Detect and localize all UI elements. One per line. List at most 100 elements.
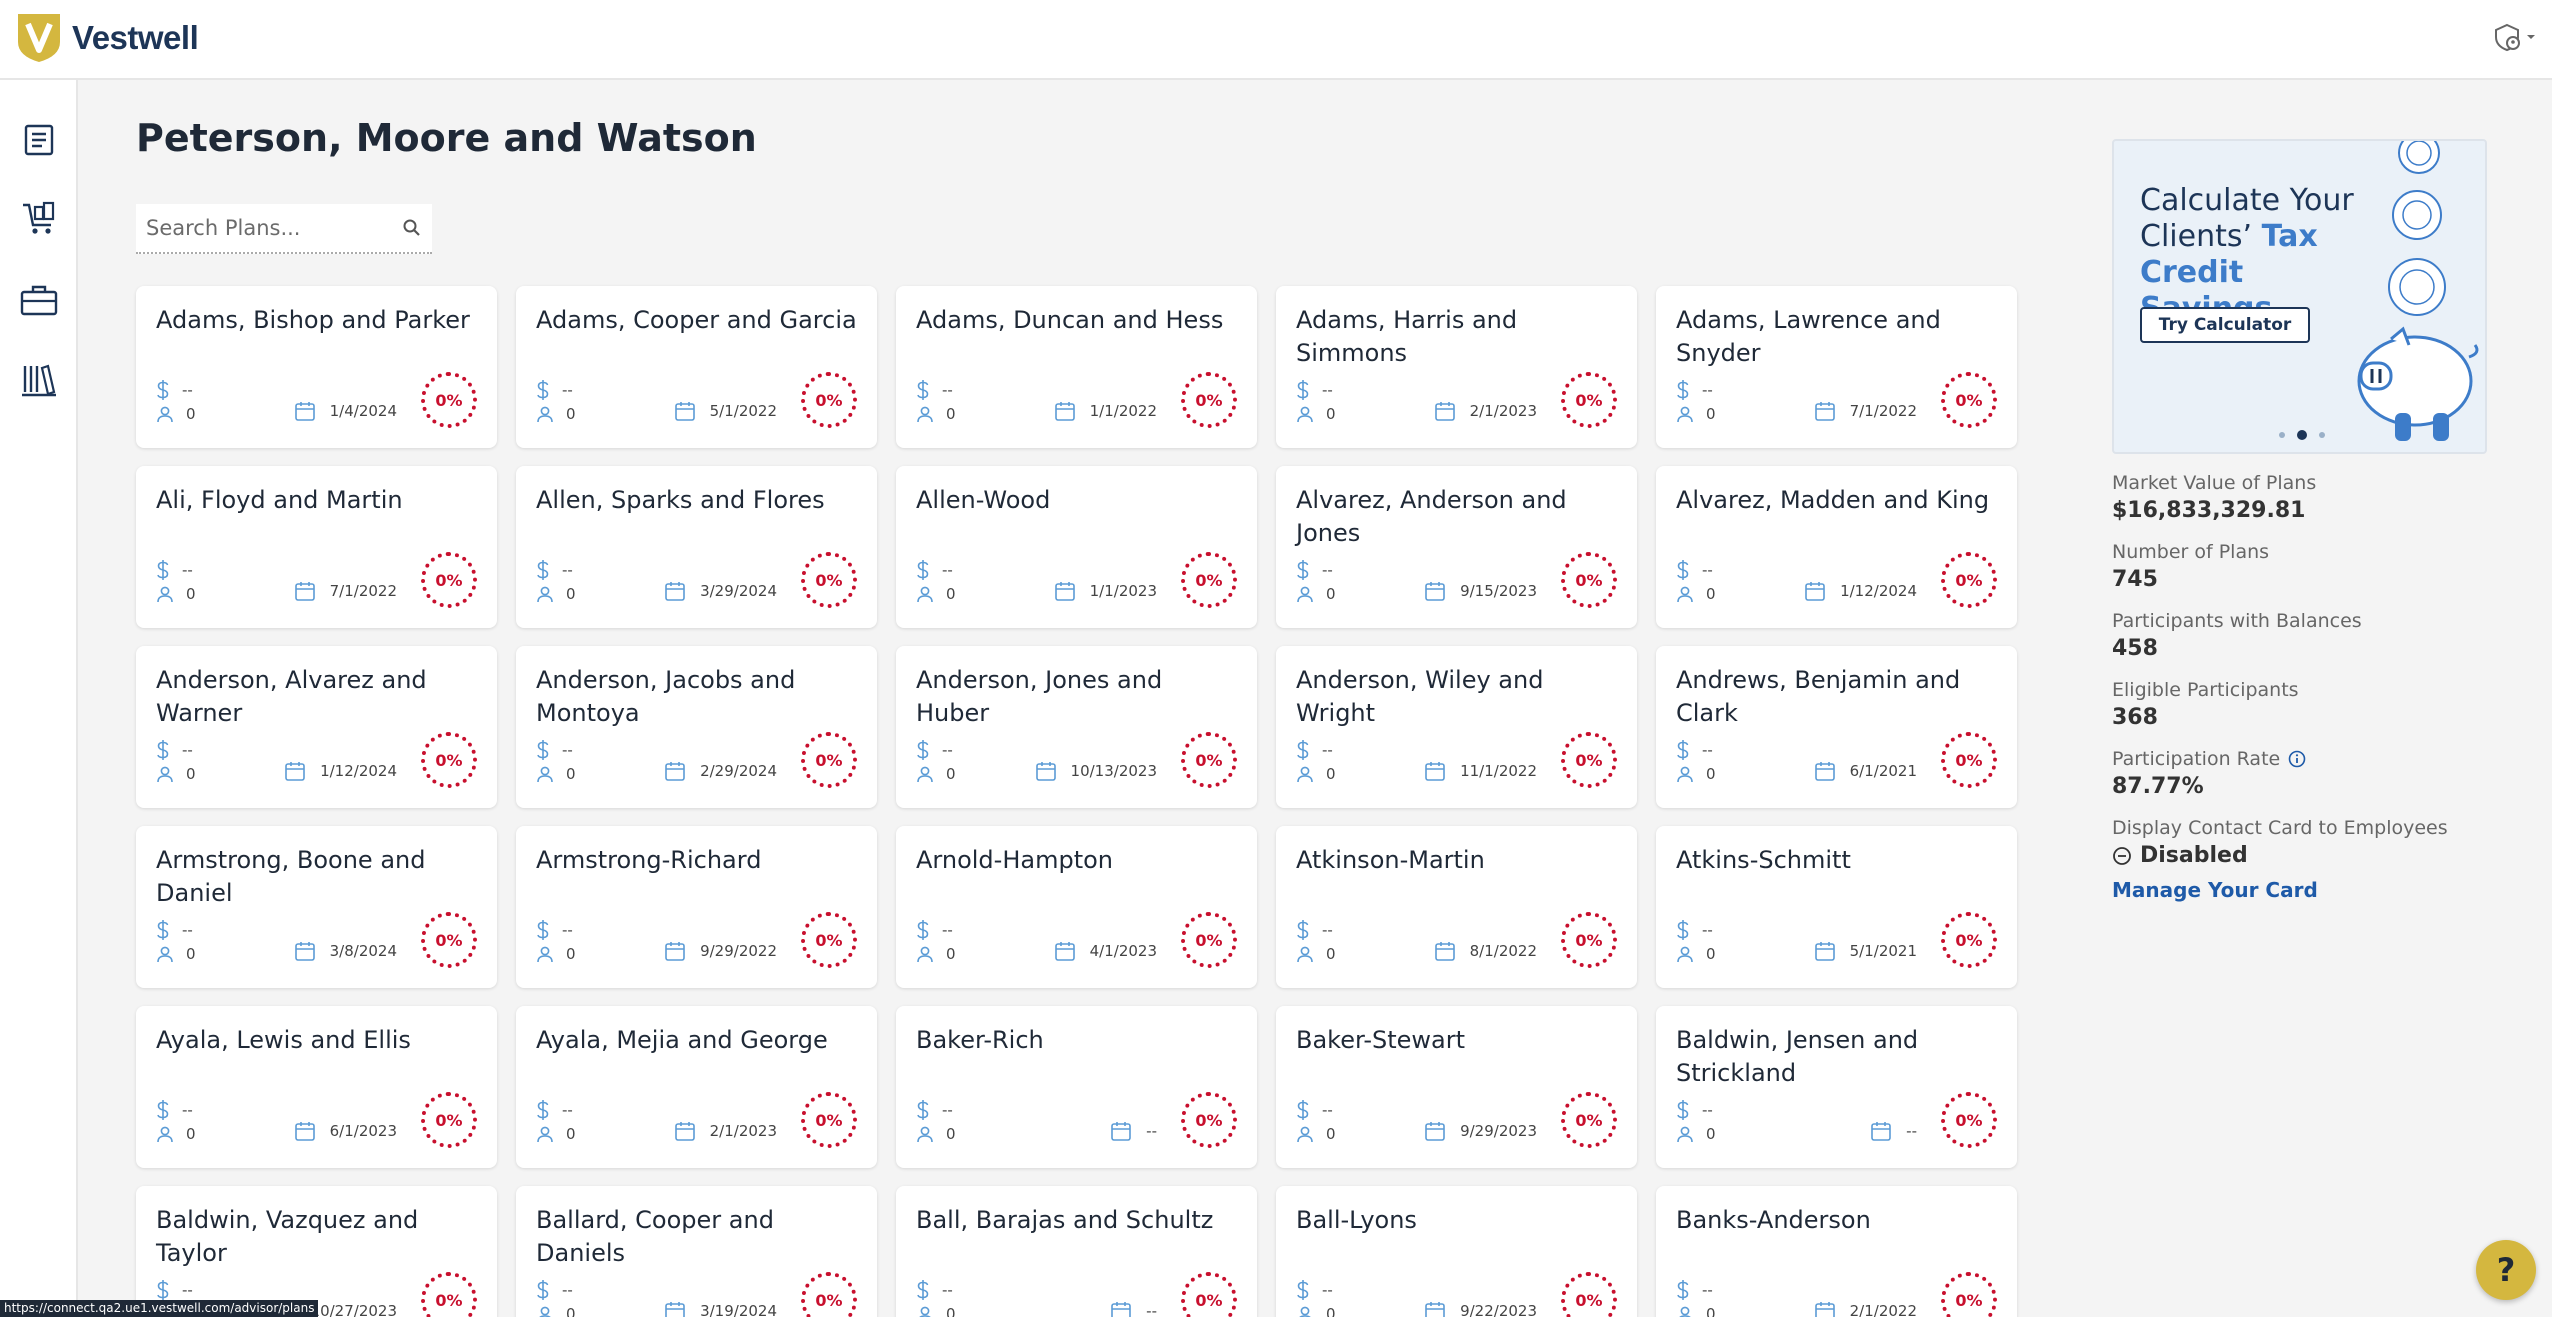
plan-card[interactable]: Ball, Barajas and Schultz -- 0 -- 0% [896,1186,1257,1317]
plan-value: -- [1702,921,1713,939]
user-icon [1297,406,1313,423]
plan-grid: Adams, Bishop and Parker -- 0 1/4/2024 0% Ada… [136,286,2017,1317]
plan-participants: 0 [186,1125,196,1143]
plan-card[interactable]: Alvarez, Madden and King -- 0 1/12/2024 0% [1656,466,2017,628]
plan-card[interactable]: Anderson, Jacobs and Montoya -- 0 2/29/2024… [516,646,877,808]
nav-library[interactable] [19,360,59,400]
user-icon [1677,766,1693,783]
dollar-icon [157,560,169,580]
plan-value-row: -- [536,1098,756,1122]
plan-card[interactable]: Ballard, Cooper and Daniels -- 0 3/19/2024 0… [516,1186,877,1317]
plan-date: 8/1/2022 [1469,942,1537,960]
plan-value-row: -- [536,918,756,942]
dollar-icon [537,560,549,580]
plan-value-row: -- [1296,558,1516,582]
plan-card[interactable]: Ali, Floyd and Martin -- 0 7/1/2022 0% [136,466,497,628]
plan-card[interactable]: Adams, Lawrence and Snyder -- 0 7/1/2022 0% [1656,286,2017,448]
plan-name: Adams, Cooper and Garcia [536,306,857,334]
plan-participants: 0 [1706,585,1716,603]
calendar-icon [1814,942,1835,961]
dollar-icon [1297,1100,1309,1120]
vestwell-logo[interactable]: Vestwell [16,12,199,64]
plan-participants: 0 [1706,945,1716,963]
dollar-icon [157,740,169,760]
carousel-dot-1[interactable] [2279,432,2285,438]
plan-card[interactable]: Andrews, Benjamin and Clark -- 0 6/1/2021 0% [1656,646,2017,808]
plan-card[interactable]: Anderson, Jones and Huber -- 0 10/13/2023 0% [896,646,1257,808]
nav-portfolio[interactable] [19,280,59,320]
account-menu[interactable] [2492,22,2536,52]
try-calculator-button[interactable]: Try Calculator [2140,307,2310,343]
nav-sales[interactable] [19,198,59,238]
plan-card[interactable]: Baldwin, Jensen and Strickland -- 0 -- 0% [1656,1006,2017,1168]
plan-value: -- [1702,1281,1713,1299]
user-icon [537,946,553,963]
plan-card[interactable]: Atkinson-Martin -- 0 8/1/2022 0% [1276,826,1637,988]
plan-value: -- [562,1101,573,1119]
carousel-dots[interactable] [2279,430,2325,440]
plan-participants: 0 [186,945,196,963]
plan-card[interactable]: Adams, Duncan and Hess -- 0 1/1/2022 0% [896,286,1257,448]
dollar-icon [1677,920,1689,940]
plan-card[interactable]: Armstrong, Boone and Daniel -- 0 3/8/2024 0% [136,826,497,988]
plan-card[interactable]: Alvarez, Anderson and Jones -- 0 9/15/2023 0… [1276,466,1637,628]
plan-card[interactable]: Anderson, Alvarez and Warner -- 0 1/12/2024… [136,646,497,808]
user-icon [919,1306,931,1317]
dollar-icon [917,380,929,400]
plan-date-row: 3/29/2024 [664,580,777,602]
participation-rate-badge: 0% [1181,552,1237,608]
plan-card[interactable]: Adams, Cooper and Garcia -- 0 5/1/2022 0% [516,286,877,448]
plan-card[interactable]: Atkins-Schmitt -- 0 5/1/2021 0% [1656,826,2017,988]
plan-value: -- [1322,1101,1333,1119]
plan-card[interactable]: Allen-Wood -- 0 1/1/2023 0% [896,466,1257,628]
plan-date-row: 11/1/2022 [1424,760,1537,782]
plan-date-row: 9/29/2022 [664,940,777,962]
plan-value: -- [562,381,573,399]
plan-card[interactable]: Ayala, Lewis and Ellis -- 0 6/1/2023 0% [136,1006,497,1168]
plan-card[interactable]: Armstrong-Richard -- 0 9/29/2022 0% [516,826,877,988]
plan-card[interactable]: Baker-Rich -- 0 -- 0% [896,1006,1257,1168]
nav-plans[interactable] [19,120,59,160]
search-icon[interactable] [402,218,422,238]
plan-date-row: 2/1/2023 [674,1120,777,1142]
plan-name: Adams, Harris and Simmons [1296,306,1518,367]
plan-card[interactable]: Anderson, Wiley and Wright -- 0 11/1/2022 0% [1276,646,1637,808]
plan-card[interactable]: Adams, Harris and Simmons -- 0 2/1/2023 0% [1276,286,1637,448]
page-title: Peterson, Moore and Watson [136,116,757,160]
participation-rate-badge: 0% [421,732,477,788]
plan-card[interactable]: Baker-Stewart -- 0 9/29/2023 0% [1276,1006,1637,1168]
plan-card[interactable]: Arnold-Hampton -- 0 4/1/2023 0% [896,826,1257,988]
info-icon[interactable] [2288,750,2306,768]
participation-rate-badge: 0% [421,372,477,428]
briefcase-icon [20,285,58,316]
plan-card[interactable]: Ball-Lyons -- 0 9/22/2023 0% [1276,1186,1637,1317]
carousel-dot-2[interactable] [2297,430,2307,440]
plan-date: 7/1/2022 [1849,402,1917,420]
plan-value-row: -- [156,918,376,942]
plan-participants: 0 [566,1305,576,1317]
plan-date-row: 1/4/2024 [294,400,397,422]
plan-participants: 0 [1326,945,1336,963]
manage-your-card-link[interactable]: Manage Your Card [2112,878,2487,902]
search-input[interactable] [136,216,386,240]
plan-date: 7/1/2022 [329,582,397,600]
plan-name: Anderson, Jones and Huber [916,666,1163,727]
search-box[interactable] [136,204,432,254]
plan-name: Baldwin, Vazquez and Taylor [156,1206,419,1267]
plan-participants: 0 [186,585,196,603]
plan-value-row: -- [916,378,1136,402]
participation-rate-badge: 0% [1561,1272,1617,1317]
metric-value: 87.77% [2112,774,2204,799]
plan-card[interactable]: Adams, Bishop and Parker -- 0 1/4/2024 0% [136,286,497,448]
promo-carousel[interactable]: Calculate Your Clients’ Tax Credit Savin… [2112,139,2487,454]
plan-card[interactable]: Ayala, Mejia and George -- 0 2/1/2023 0% [516,1006,877,1168]
plan-date-row: 5/1/2022 [674,400,777,422]
user-icon [537,586,553,603]
carousel-dot-3[interactable] [2319,432,2325,438]
plan-card[interactable]: Allen, Sparks and Flores -- 0 3/29/2024 0% [516,466,877,628]
dollar-icon [157,380,169,400]
plan-card[interactable]: Banks-Anderson -- 0 2/1/2022 0% [1656,1186,2017,1317]
help-button[interactable]: ? [2476,1240,2536,1300]
plan-date-row: 1/12/2024 [284,760,397,782]
plan-card[interactable]: Baldwin, Vazquez and Taylor--010/27/2023… [136,1186,497,1317]
